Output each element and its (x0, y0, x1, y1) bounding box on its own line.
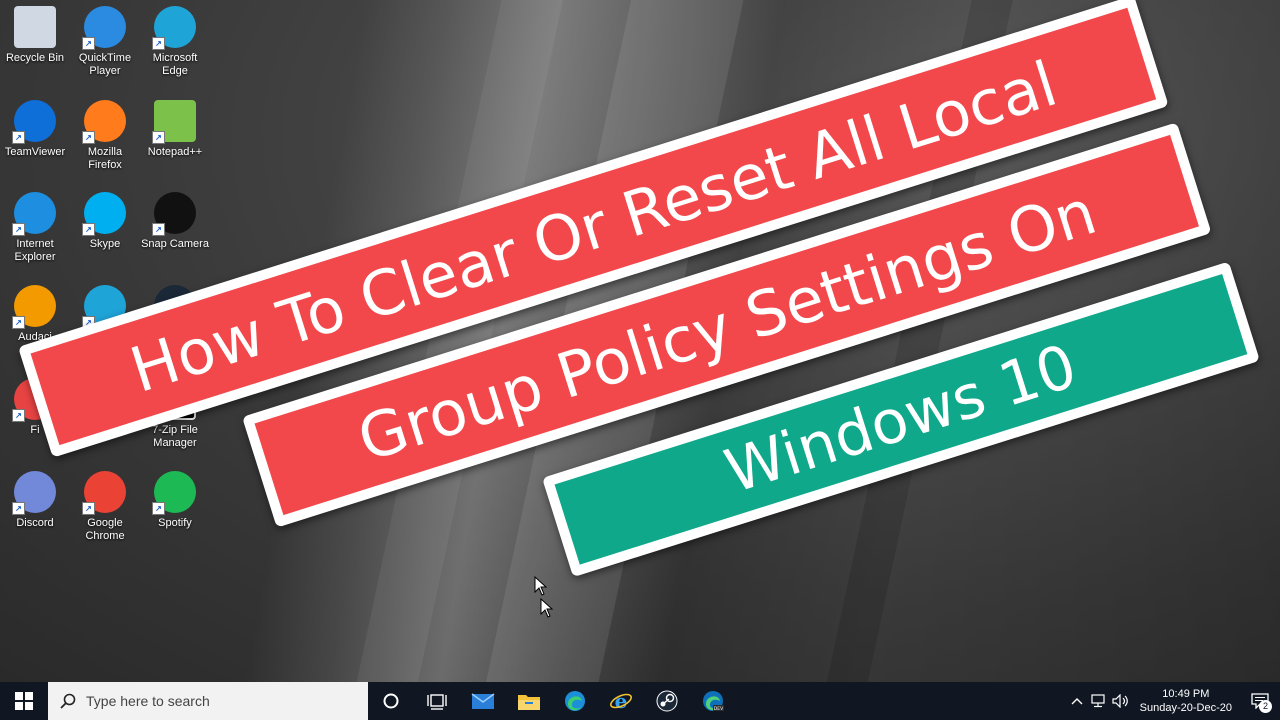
shortcut-arrow-icon: ↗ (82, 502, 95, 515)
show-hidden-icons-button[interactable] (1066, 682, 1088, 720)
notepadpp-icon: ↗ (152, 100, 196, 144)
internet-explorer-icon: e (610, 689, 632, 713)
shortcut-arrow-icon: ↗ (152, 502, 165, 515)
edge-icon: ↗ (152, 6, 196, 50)
desktop-icon-label: TeamViewer (4, 146, 66, 158)
edge-icon (565, 691, 585, 711)
start-button[interactable] (0, 682, 48, 720)
clock-time: 10:49 PM (1162, 688, 1210, 700)
file-explorer-icon (518, 695, 540, 710)
shortcut-arrow-icon: ↗ (82, 131, 95, 144)
notification-count-badge: 2 (1259, 700, 1272, 713)
spotify-icon: ↗ (152, 471, 196, 515)
desktop-icon-label: Internet Explorer (14, 238, 56, 263)
search-icon (60, 693, 76, 709)
teamviewer-icon: ↗ (12, 100, 56, 144)
snap-camera-icon: ↗ (152, 192, 196, 236)
desktop-icon-label: Google Chrome (85, 517, 125, 542)
shortcut-arrow-icon: ↗ (152, 223, 165, 236)
edge-dev-icon: DEV (703, 691, 724, 712)
chrome-icon: ↗ (82, 471, 126, 515)
shortcut-arrow-icon: ↗ (82, 37, 95, 50)
recycle-bin-icon (14, 6, 56, 48)
desktop-icon-label: Recycle Bin (5, 52, 65, 64)
mail-button[interactable] (460, 682, 506, 720)
shortcut-arrow-icon: ↗ (12, 409, 25, 422)
firefox-icon: ↗ (82, 100, 126, 144)
desktop-icon[interactable]: ↗ Google Chrome (70, 471, 140, 543)
network-icon (1091, 694, 1105, 708)
shortcut-arrow-icon: ↗ (12, 502, 25, 515)
mouse-cursor-icon (534, 576, 548, 596)
desktop-icon[interactable]: ↗ Microsoft Edge (140, 6, 210, 78)
svg-text:e: e (615, 689, 628, 713)
discord-icon: ↗ (12, 471, 56, 515)
desktop-wallpaper: Recycle Bin ↗ QuickTime Player ↗ Microsoft E… (0, 0, 1280, 682)
clock-date: Sunday-20-Dec-20 (1139, 702, 1232, 714)
shortcut-arrow-icon: ↗ (152, 131, 165, 144)
desktop-icon[interactable]: ↗ Discord (0, 471, 70, 530)
task-view-button[interactable] (414, 682, 460, 720)
shortcut-arrow-icon: ↗ (152, 37, 165, 50)
desktop-icon-label: 7-Zip File Manager (152, 424, 198, 449)
cortana-icon (383, 693, 399, 709)
edge-button[interactable] (552, 682, 598, 720)
desktop-icon[interactable]: ↗ Skype (70, 192, 140, 251)
svg-text:DEV: DEV (714, 706, 724, 712)
mouse-cursor-icon (540, 598, 554, 618)
desktop-icon-label: Spotify (158, 517, 192, 529)
desktop-icon-label: Snap Camera (141, 238, 209, 250)
desktop-icon[interactable]: ↗ Internet Explorer (0, 192, 70, 264)
desktop-icon-label: Microsoft Edge (152, 52, 198, 77)
windows-logo-icon (15, 692, 33, 710)
chevron-up-icon (1071, 698, 1083, 705)
volume-button[interactable] (1110, 682, 1132, 720)
steam-button[interactable] (644, 682, 690, 720)
desktop-icon[interactable]: Recycle Bin (0, 6, 70, 65)
desktop-icon[interactable]: ↗ Spotify (140, 471, 210, 530)
desktop-icon-label: QuickTime Player (78, 52, 132, 77)
shortcut-arrow-icon: ↗ (12, 223, 25, 236)
desktop-icon[interactable]: ↗ Notepad++ (140, 100, 210, 159)
task-view-icon (427, 694, 447, 710)
quicktime-icon: ↗ (82, 6, 126, 50)
desktop-icon-label: Mozilla Firefox (87, 146, 123, 171)
shortcut-arrow-icon: ↗ (12, 131, 25, 144)
system-tray: 10:49 PM Sunday-20-Dec-20 2 (1066, 682, 1280, 720)
taskbar: e DEV (0, 682, 1280, 720)
speaker-icon (1112, 694, 1128, 708)
internet-explorer-button[interactable]: e (598, 682, 644, 720)
desktop-icon[interactable]: ↗ Snap Camera (140, 192, 210, 251)
taskbar-search-box[interactable] (48, 682, 368, 720)
desktop-icon[interactable]: ↗ QuickTime Player (70, 6, 140, 78)
cortana-button[interactable] (368, 682, 414, 720)
file-explorer-button[interactable] (506, 682, 552, 720)
shortcut-arrow-icon: ↗ (82, 223, 95, 236)
skype-icon: ↗ (82, 192, 126, 236)
internet-explorer-icon: ↗ (12, 192, 56, 236)
desktop-icon[interactable]: ↗ Mozilla Firefox (70, 100, 140, 172)
taskbar-clock[interactable]: 10:49 PM Sunday-20-Dec-20 (1132, 687, 1240, 715)
network-button[interactable] (1088, 682, 1110, 720)
audacity-icon: ↗ (12, 285, 56, 329)
desktop-icon-label: Skype (89, 238, 121, 250)
mail-icon (471, 693, 495, 709)
action-center-button[interactable]: 2 (1240, 682, 1280, 720)
desktop-icon[interactable]: ↗ TeamViewer (0, 100, 70, 159)
desktop-icon-label: Discord (16, 517, 54, 529)
desktop-icon-label: Notepad++ (147, 146, 203, 158)
shortcut-arrow-icon: ↗ (12, 316, 25, 329)
search-input[interactable] (84, 692, 348, 710)
steam-icon (656, 690, 678, 712)
edge-dev-button[interactable]: DEV (690, 682, 736, 720)
